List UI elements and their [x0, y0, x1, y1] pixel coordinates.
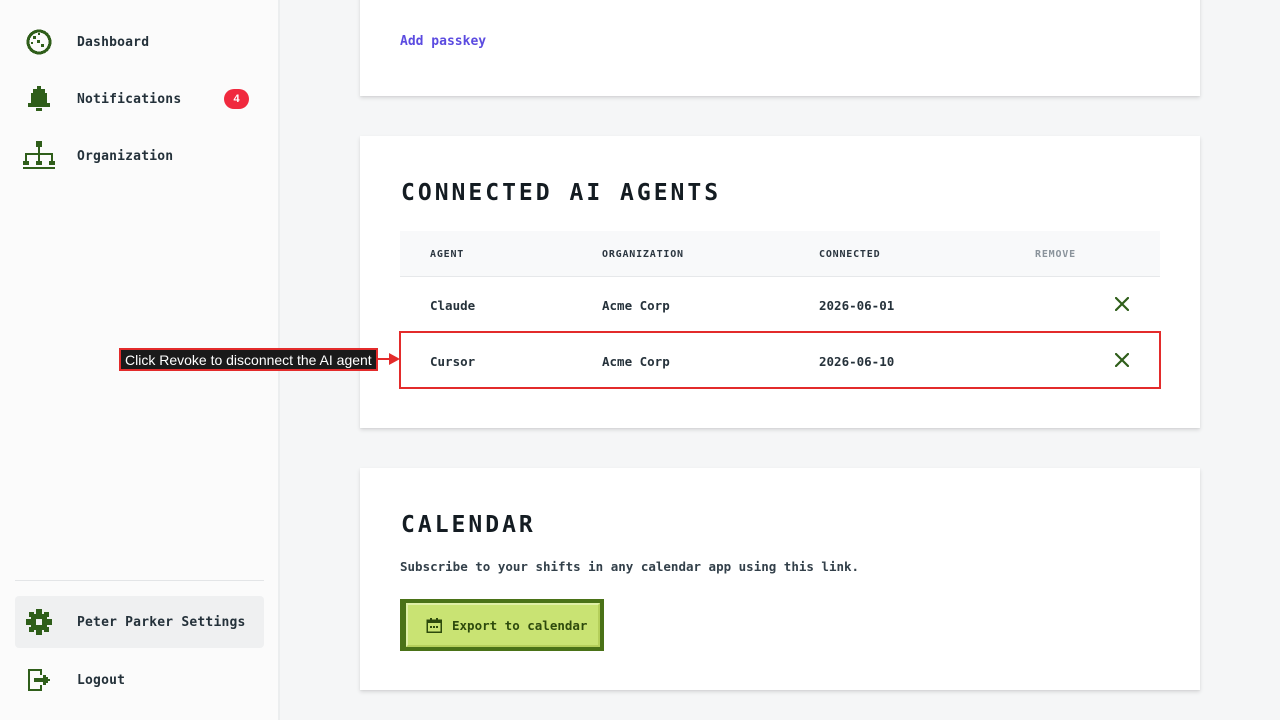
- bell-icon: [15, 85, 63, 113]
- agent-organization: Acme Corp: [602, 298, 670, 313]
- table-row: Claude Acme Corp 2026-06-01: [400, 277, 1160, 333]
- annotation-label: Click Revoke to disconnect the AI agent: [119, 348, 378, 371]
- org-chart-icon: [15, 141, 63, 171]
- export-button-face: Export to calendar: [406, 603, 600, 647]
- gear-icon: [15, 609, 63, 635]
- section-title: CALENDAR: [401, 512, 536, 538]
- notification-count-badge: 4: [224, 89, 249, 109]
- agent-connected-date: 2026-06-01: [819, 298, 895, 313]
- sidebar-item-organization[interactable]: Organization: [15, 130, 264, 182]
- export-to-calendar-button[interactable]: Export to calendar: [400, 599, 604, 651]
- sidebar-item-label: Logout: [77, 672, 126, 688]
- sidebar-item-label: Notifications: [77, 91, 182, 107]
- sidebar-item-notifications[interactable]: Notifications 4: [15, 73, 264, 125]
- revoke-claude-button[interactable]: [1113, 295, 1131, 313]
- passkey-card: Add passkey: [360, 0, 1200, 96]
- agent-name: Claude: [430, 298, 476, 313]
- add-passkey-link[interactable]: Add passkey: [400, 34, 486, 49]
- annotation-arrow-icon: [377, 353, 400, 365]
- calendar-card: CALENDAR Subscribe to your shifts in any…: [360, 468, 1200, 690]
- sidebar-item-settings[interactable]: Peter Parker Settings: [15, 596, 264, 648]
- calendar-description: Subscribe to your shifts in any calendar…: [400, 559, 860, 574]
- dashboard-icon: [15, 28, 63, 56]
- annotation-highlight-box: [399, 331, 1161, 389]
- sidebar-item-dashboard[interactable]: Dashboard: [15, 16, 264, 68]
- close-icon: [1115, 297, 1129, 311]
- column-header-agent: AGENT: [430, 249, 465, 260]
- section-title: CONNECTED AI AGENTS: [401, 180, 722, 206]
- column-header-remove: REMOVE: [1035, 249, 1076, 260]
- sidebar-item-label: Peter Parker Settings: [77, 614, 246, 630]
- sidebar-divider: [15, 580, 264, 581]
- column-header-connected: CONNECTED: [819, 249, 881, 260]
- export-button-label: Export to calendar: [452, 617, 588, 633]
- logout-icon: [15, 668, 63, 692]
- calendar-icon: [426, 618, 442, 633]
- column-header-organization: ORGANIZATION: [602, 249, 684, 260]
- table-header: AGENT ORGANIZATION CONNECTED REMOVE: [400, 231, 1160, 277]
- sidebar-item-logout[interactable]: Logout: [15, 654, 264, 706]
- sidebar-item-label: Organization: [77, 148, 174, 164]
- sidebar-item-label: Dashboard: [77, 34, 150, 50]
